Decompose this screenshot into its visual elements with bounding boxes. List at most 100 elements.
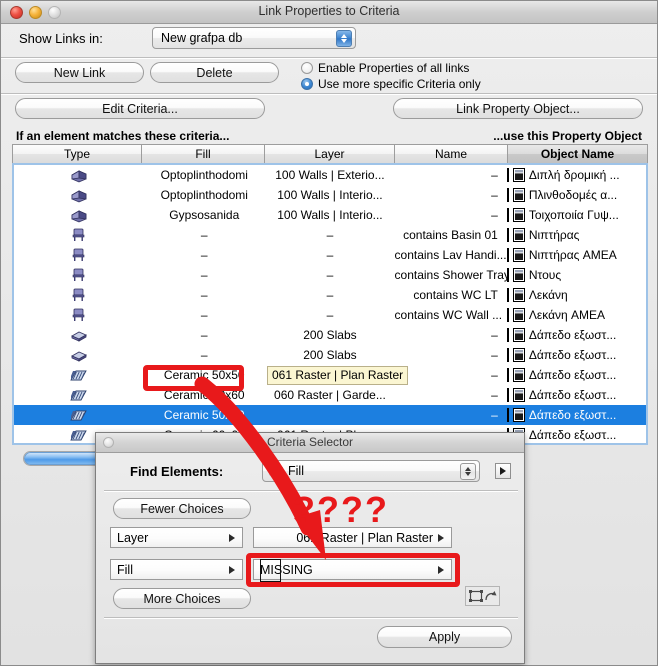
cell-name: –	[491, 368, 498, 382]
property-object-icon	[512, 268, 525, 282]
property-object-icon	[512, 188, 525, 202]
layer-tooltip: 061 Raster | Plan Raster	[267, 366, 409, 385]
cell-type	[14, 187, 143, 203]
table-row[interactable]: – – contains WC Wall ... Λεκάνη AMEA	[14, 305, 646, 325]
radio-use-specific-criteria-label: Use more specific Criteria only	[318, 77, 481, 91]
find-elements-popup[interactable]: Fill	[262, 460, 480, 482]
cell-name: contains Shower Tray	[394, 268, 507, 282]
find-elements-label: Find Elements:	[130, 464, 224, 479]
cell-name: contains Basin 01	[403, 228, 498, 242]
cell-fill: –	[200, 288, 208, 302]
cell-layer: 060 Raster | Garde...	[274, 388, 386, 402]
apply-label: Apply	[428, 630, 461, 644]
cell-layer: –	[326, 228, 334, 242]
object-name-label: Νιπτήρας AMEA	[528, 248, 617, 262]
fill-icon	[69, 390, 87, 401]
table-row[interactable]: – 200 Slabs – Δάπεδο εξωστ...	[14, 345, 646, 365]
cell-layer: –	[326, 308, 334, 322]
column-header-type[interactable]: Type	[12, 144, 142, 164]
new-link-button[interactable]: New Link	[15, 62, 144, 83]
criteria-value-layer[interactable]: 061 Raster | Plan Raster	[253, 527, 452, 548]
criteria-list[interactable]: Optoplinthodomi 100 Walls | Exterio... – Δι…	[12, 163, 648, 445]
cell-object-name: Δάπεδο εξωστ...	[506, 408, 646, 422]
criteria-caption-right: ...use this Property Object	[493, 129, 642, 143]
cell-object-name: Νιπτήρας	[506, 228, 646, 242]
find-elements-options-button[interactable]	[495, 463, 511, 479]
cell-layer: 200 Slabs	[303, 348, 357, 362]
cell-object-name: Τοιχοποιία Γυψ...	[506, 208, 646, 222]
fewer-choices-button[interactable]: Fewer Choices	[113, 498, 251, 519]
property-object-icon	[512, 168, 525, 182]
object-name-label: Δάπεδο εξωστ...	[528, 388, 617, 402]
wall-icon	[71, 210, 86, 223]
cell-fill: –	[200, 268, 208, 282]
show-links-in-label: Show Links in:	[19, 31, 103, 46]
cell-layer: –	[326, 248, 334, 262]
criteria-caption-left: If an element matches these criteria...	[16, 129, 230, 143]
criteria-value-fill[interactable]: MISSING	[253, 559, 452, 580]
object-icon	[72, 228, 84, 241]
table-body: Optoplinthodomi 100 Walls | Exterio... – Δι…	[14, 165, 646, 443]
fewer-choices-label: Fewer Choices	[140, 501, 224, 516]
table-row[interactable]: – – contains WC LT Λεκάνη	[14, 285, 646, 305]
property-object-icon	[512, 248, 525, 262]
pickup-parameters-icon	[468, 590, 496, 602]
table-row[interactable]: – – contains Lav Handi... Νιπτήρας AMEA	[14, 245, 646, 265]
more-choices-label: More Choices	[143, 591, 221, 606]
divider-2	[1, 93, 657, 94]
column-header-fill[interactable]: Fill	[142, 144, 265, 164]
criteria-key-fill-label: Fill	[117, 562, 133, 577]
fill-icon	[69, 430, 87, 441]
criteria-key-layer[interactable]: Layer	[110, 527, 243, 548]
chevron-updown-icon	[460, 463, 476, 480]
chevron-right-icon	[229, 565, 235, 574]
table-row[interactable]: Ceramic 50x50061 Raster | Plan Raster–Δά…	[14, 405, 646, 425]
table-row[interactable]: – 200 Slabs – Δάπεδο εξωστ...	[14, 325, 646, 345]
more-choices-button[interactable]: More Choices	[113, 588, 251, 609]
cell-fill: –	[200, 228, 208, 242]
criteria-key-fill[interactable]: Fill	[110, 559, 243, 580]
radio-use-specific-criteria[interactable]: Use more specific Criteria only	[301, 77, 481, 91]
criteria-selector-title: Criteria Selector	[266, 435, 354, 449]
cell-fill: Ceramic 60x60	[163, 388, 245, 402]
object-name-label: Τοιχοποιία Γυψ...	[528, 208, 619, 222]
radio-button-on-icon	[301, 78, 313, 90]
cell-object-name: Διπλή δρομική ...	[506, 168, 646, 182]
cell-object-name: Δάπεδο εξωστ...	[506, 388, 646, 402]
table-row[interactable]: Optoplinthodomi 100 Walls | Exterio... – Δι…	[14, 165, 646, 185]
cell-name: –	[491, 208, 498, 222]
column-header-object-name[interactable]: Object Name	[508, 144, 648, 164]
link-property-object-button[interactable]: Link Property Object...	[393, 98, 643, 119]
object-name-label: Δάπεδο εξωστ...	[528, 348, 617, 362]
cell-fill: –	[200, 308, 208, 322]
table-row[interactable]: – – contains Shower Tray Ντους	[14, 265, 646, 285]
radio-enable-all-links[interactable]: Enable Properties of all links	[301, 61, 481, 75]
slab-icon	[70, 331, 87, 342]
criteria-key-layer-label: Layer	[117, 530, 149, 545]
cell-fill: –	[200, 348, 208, 362]
radio-enable-all-links-label: Enable Properties of all links	[318, 61, 470, 75]
cell-fill: Optoplinthodomi	[160, 188, 248, 202]
cell-type	[14, 327, 143, 343]
table-row[interactable]: Ceramic 60x60 060 Raster | Garde... – Δάπεδ…	[14, 385, 646, 405]
column-header-layer[interactable]: Layer	[265, 144, 395, 164]
object-name-label: Δάπεδο εξωστ...	[528, 328, 617, 342]
object-icon	[72, 308, 84, 321]
property-object-icon	[512, 208, 525, 222]
cell-object-name: Πλινθοδομές α...	[506, 188, 646, 202]
pickup-parameters-button[interactable]	[465, 586, 500, 606]
edit-criteria-button[interactable]: Edit Criteria...	[15, 98, 265, 119]
database-popup[interactable]: New grafpa db	[152, 27, 356, 49]
criteria-value-layer-label: 061 Raster | Plan Raster	[296, 530, 433, 545]
column-header-name[interactable]: Name	[395, 144, 508, 164]
cell-fill: Gypsosanida	[169, 208, 240, 222]
cell-type	[14, 287, 143, 303]
table-row[interactable]: Optoplinthodomi 100 Walls | Interio... – Πλ…	[14, 185, 646, 205]
cell-object-name: Λεκάνη	[506, 288, 646, 302]
table-row[interactable]: Gypsosanida 100 Walls | Interio... – Τοιχοπ…	[14, 205, 646, 225]
delete-button[interactable]: Delete	[150, 62, 279, 83]
apply-button[interactable]: Apply	[377, 626, 512, 648]
wall-icon	[71, 190, 86, 203]
table-row[interactable]: – – contains Basin 01 Νιπτήρας	[14, 225, 646, 245]
object-name-label: Δάπεδο εξωστ...	[528, 428, 617, 442]
